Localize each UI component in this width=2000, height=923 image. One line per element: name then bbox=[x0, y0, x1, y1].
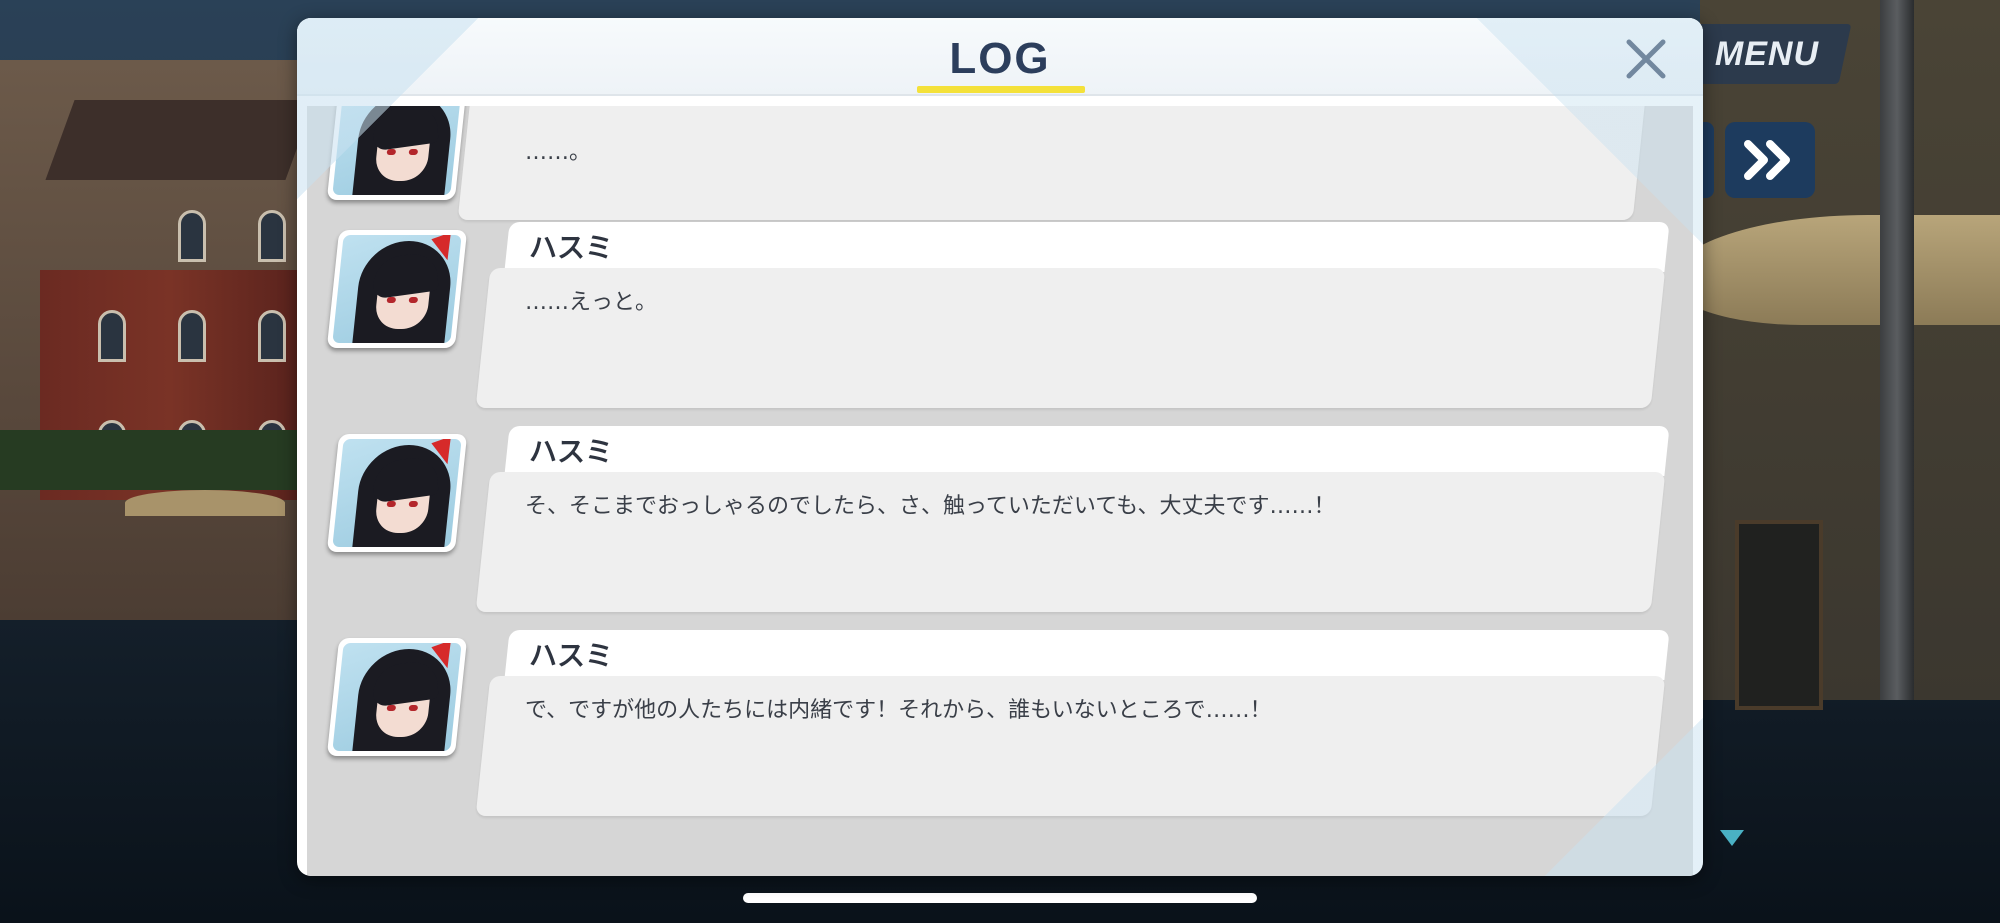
lamp-pole bbox=[1880, 0, 1914, 700]
hedge bbox=[0, 430, 300, 490]
title-underline bbox=[917, 86, 1085, 93]
close-icon bbox=[1626, 39, 1666, 79]
message-text: で、ですが他の人たちには内緒です！それから、誰もいないところで……！ bbox=[525, 698, 1272, 723]
speaker-name: ハスミ bbox=[529, 435, 614, 468]
scroll-down-icon bbox=[1720, 830, 1744, 846]
message-text: そ、そこまでおっしゃるのでしたら、さ、触っていただいても、大丈夫です……！ bbox=[525, 494, 1336, 519]
log-dialog: LOG ……。 ハスミ ……えっと。 ハスミ そ、そこまでおっしゃるのでしたら、… bbox=[297, 18, 1703, 876]
menu-board bbox=[1735, 520, 1823, 710]
message-bubble bbox=[457, 106, 1648, 220]
log-entry: ハスミ ……えっと。 bbox=[307, 222, 1693, 426]
skip-button[interactable] bbox=[1725, 122, 1815, 198]
speaker-avatar bbox=[326, 638, 468, 756]
speaker-name: ハスミ bbox=[529, 231, 614, 264]
speaker-avatar bbox=[326, 434, 468, 552]
double-chevron-right-icon bbox=[1744, 140, 1790, 180]
cafe-umbrella bbox=[125, 490, 285, 516]
dialog-title: LOG bbox=[949, 34, 1051, 83]
home-indicator[interactable] bbox=[743, 893, 1257, 903]
log-entry: ハスミ そ、そこまでおっしゃるのでしたら、さ、触っていただいても、大丈夫です……… bbox=[307, 426, 1693, 630]
speaker-name-tab bbox=[504, 426, 1670, 476]
log-entry: ハスミ で、ですが他の人たちには内緒です！それから、誰もいないところで……！ bbox=[307, 630, 1693, 834]
menu-button-label: MENU bbox=[1715, 34, 1820, 73]
message-text: ……えっと。 bbox=[525, 290, 658, 315]
speaker-avatar bbox=[326, 106, 468, 200]
log-entry: ……。 bbox=[307, 106, 1693, 226]
speaker-avatar bbox=[326, 230, 468, 348]
speaker-name-tab bbox=[504, 222, 1670, 272]
log-list[interactable]: ……。 ハスミ ……えっと。 ハスミ そ、そこまでおっしゃるのでしたら、さ、触っ… bbox=[307, 106, 1693, 876]
dialog-header: LOG bbox=[297, 18, 1703, 96]
left-building bbox=[0, 60, 315, 620]
message-text: ……。 bbox=[525, 140, 592, 165]
menu-button[interactable]: MENU bbox=[1683, 24, 1852, 84]
speaker-name-tab bbox=[504, 630, 1670, 680]
speaker-name: ハスミ bbox=[529, 639, 614, 672]
close-button[interactable] bbox=[1617, 30, 1675, 88]
